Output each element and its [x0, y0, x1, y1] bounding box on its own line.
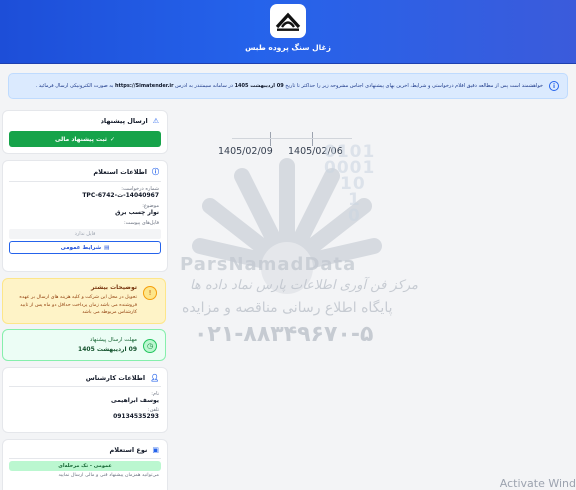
- submit-financial-offer-button[interactable]: ✓ ثبت پیشنهاد مالی: [9, 131, 161, 147]
- no-file-box: فایل ندارد: [9, 229, 161, 239]
- timeline-tick: [270, 132, 271, 146]
- info-circle-icon: ⓘ: [152, 168, 159, 176]
- submit-offer-header: ⚠ ارسال پیشنهاد: [3, 111, 167, 129]
- main-content: 1405/02/09 1405/02/06 0101 0001 10 1 0 P…: [172, 108, 576, 490]
- top-header: زغال سنگ پروده طبس: [0, 0, 576, 64]
- watermark-phone: ۰۲۱-۸۸۳۴۹۶۷۰-۵: [194, 322, 374, 347]
- expert-name-value: یوسف ابراهیمی: [111, 397, 159, 404]
- expert-phone-value: 09134535293: [113, 413, 159, 420]
- activate-windows-overlay: Activate Wind: [499, 477, 576, 490]
- user-icon: 👤︎: [150, 374, 159, 382]
- request-no-value: 14040967-ت-TPC-6742: [82, 192, 159, 199]
- general-terms-label: شرایط عمومی: [60, 244, 102, 251]
- page-title: زغال سنگ پروده طبس: [245, 43, 331, 52]
- deadline-value: 09 اردیبهشت 1405: [78, 346, 137, 353]
- inquiry-type-desc: می‌توانید همزمان پیشنهاد فنی و مالی ارسا…: [58, 473, 159, 478]
- expert-info-card: 👤︎ اطلاعات کارشناس نام: یوسف ابراهیمی تل…: [2, 367, 168, 433]
- watermark-digits: 0101 0001 10 1 0: [324, 144, 375, 226]
- expert-info-header: 👤︎ اطلاعات کارشناس: [3, 368, 167, 386]
- watermark-brand: ParsNamadData: [180, 254, 357, 275]
- general-terms-button[interactable]: ▤ شرایط عمومی: [9, 241, 161, 254]
- alert-icon: !: [143, 286, 157, 300]
- divider: [9, 458, 161, 459]
- inquiry-type-card: ▣ نوع استعلام عمومی - تک مرحله‌ای می‌توا…: [2, 439, 168, 490]
- more-details-card: ! توضیحات بیشتر تحویل در محل این شرکت و …: [2, 278, 166, 324]
- deadline-card: ◷ مهلت ارسال پیشنهاد 09 اردیبهشت 1405: [2, 329, 166, 361]
- submit-offer-title: ارسال پیشنهاد: [100, 117, 148, 125]
- more-details-text: تحویل در محل این شرکت و کلیه هزینه های ا…: [19, 295, 137, 315]
- expert-info-title: اطلاعات کارشناس: [85, 374, 146, 382]
- notice-url-link[interactable]: https://Simatender.ir: [115, 83, 174, 89]
- subject-value: نوار چسب برق: [115, 209, 159, 216]
- more-details-title: توضیحات بیشتر: [91, 284, 137, 291]
- notice-text-b: در سامانه سیمتندر به آدرس: [173, 83, 235, 89]
- watermark-line2: پایگاه اطلاع رسانی مناقصه و مزایده: [182, 300, 393, 316]
- notice-text-c: به صورت الکترونیکی ارسال فرمائید .: [35, 83, 115, 89]
- watermark-line1: مرکز فن آوری اطلاعات پارس نماد داده ها: [190, 278, 418, 293]
- deadline-notice: i خواهشمند است پس از مطالعه دقیق اقلام د…: [8, 73, 568, 99]
- inquiry-info-card: ⓘ اطلاعات استعلام شماره درخواست: 1404096…: [2, 160, 168, 272]
- company-logo: [270, 4, 306, 38]
- watermark-digit-row: 0: [348, 206, 361, 226]
- notice-text: خواهشمند است پس از مطالعه دقیق اقلام درخ…: [36, 83, 543, 89]
- clipboard-icon: ▣: [152, 446, 159, 454]
- inquiry-info-title: اطلاعات استعلام: [93, 168, 147, 176]
- divider: [9, 181, 161, 182]
- warning-icon: ⚠: [152, 117, 159, 125]
- timeline-tick: [312, 132, 313, 146]
- notice-deadline: 09 اردیبهشت 1405: [234, 83, 284, 89]
- check-icon: ✓: [110, 135, 116, 143]
- inquiry-info-header: ⓘ اطلاعات استعلام: [3, 161, 167, 181]
- divider: [9, 386, 161, 387]
- info-icon: i: [549, 81, 559, 91]
- logo-arch-icon: [275, 12, 301, 31]
- submit-financial-offer-label: ثبت پیشنهاد مالی: [54, 135, 108, 143]
- inquiry-type-header: ▣ نوع استعلام: [3, 440, 167, 458]
- inquiry-type-badge: عمومی - تک مرحله‌ای: [9, 461, 161, 471]
- notice-text-a: خواهشمند است پس از مطالعه دقیق اقلام درخ…: [283, 83, 543, 89]
- submit-offer-card: ⚠ ارسال پیشنهاد ✓ ثبت پیشنهاد مالی: [2, 110, 168, 154]
- deadline-label: مهلت ارسال پیشنهاد: [89, 337, 137, 343]
- attachments-label: فایل‌های پیوست:: [123, 220, 159, 226]
- timeline-line: [232, 138, 352, 139]
- no-file-text: فایل ندارد: [74, 231, 96, 237]
- clock-icon: ◷: [143, 339, 157, 353]
- inquiry-type-title: نوع استعلام: [109, 446, 148, 454]
- document-icon: ▤: [104, 244, 110, 251]
